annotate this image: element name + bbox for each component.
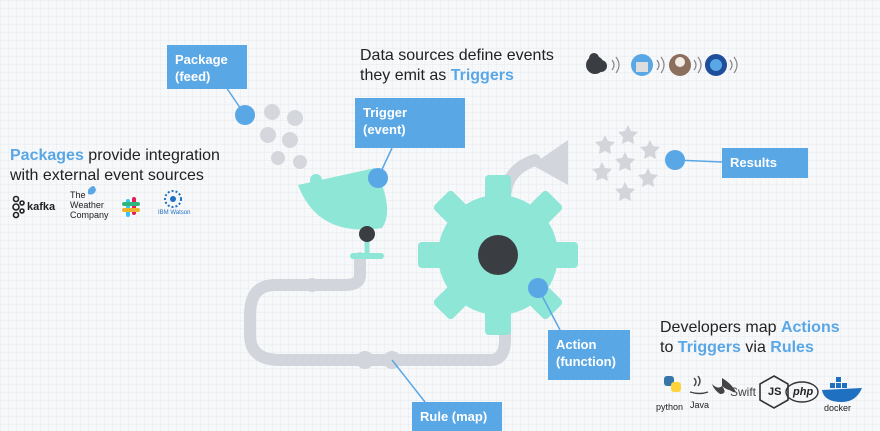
- triggers-highlight: Triggers: [677, 339, 741, 356]
- event-dots: [260, 104, 307, 169]
- trigger-marker: [368, 168, 388, 188]
- package-marker: [235, 105, 255, 125]
- weather-company-logo-text: The Weather Company: [70, 190, 109, 220]
- js-logo-text: JS: [768, 386, 782, 398]
- triggers-highlight: Triggers: [450, 67, 514, 84]
- java-logo-text: Java: [690, 400, 710, 410]
- rule-box: Rule (map): [412, 402, 502, 431]
- text-part: via: [740, 339, 771, 356]
- actions-highlight: Actions: [780, 319, 840, 336]
- kafka-icon: [12, 195, 25, 219]
- package-box-title: Package: [175, 52, 228, 67]
- results-box-label: Results: [730, 155, 777, 170]
- action-marker: [528, 278, 548, 298]
- slack-icon: [122, 197, 140, 217]
- data-sources-line2: they emit as Triggers: [360, 66, 554, 86]
- rules-highlight: Rules: [770, 339, 814, 356]
- rule-connector: [391, 359, 426, 403]
- trigger-box-subtitle: (event): [363, 122, 406, 137]
- docker-logo-text: docker: [824, 403, 852, 413]
- package-box-subtitle: (feed): [175, 69, 211, 84]
- trigger-box-title: Trigger: [363, 105, 408, 120]
- data-sources-caption: Data sources define events they emit as …: [360, 46, 554, 86]
- track-joint: [356, 351, 374, 369]
- action-box: Action (function): [548, 330, 630, 380]
- weather-line: The: [70, 190, 86, 200]
- developers-line1: Developers map Actions: [660, 318, 840, 338]
- rule-box-label: Rule (map): [420, 409, 488, 424]
- developers-line2: to Triggers via Rules: [660, 338, 840, 358]
- php-logo-text: php: [793, 386, 814, 398]
- result-stars: [592, 125, 660, 201]
- gear-icon: [418, 175, 578, 335]
- developers-caption: Developers map Actions to Triggers via R…: [660, 318, 840, 358]
- ibm-watson-logo-text: IBM Watson: [158, 210, 191, 216]
- swift-logo-text: Swift: [730, 385, 757, 399]
- text-part: they emit as: [360, 67, 451, 84]
- package-box: Package (feed): [167, 45, 247, 89]
- java-icon: [689, 375, 709, 395]
- ibm-watson-icon: [164, 190, 182, 208]
- packages-line1: Packages provide integration: [10, 146, 220, 166]
- packages-highlight: Packages: [10, 147, 84, 164]
- packages-line2: with external event sources: [10, 167, 204, 184]
- coffee-icon: [669, 54, 702, 76]
- output-funnel-icon: [532, 140, 568, 185]
- action-box-title: Action: [556, 337, 597, 352]
- text-part: provide integration: [83, 147, 220, 164]
- results-box: Results: [722, 148, 808, 178]
- data-source-icons: [586, 53, 738, 76]
- results-marker: [665, 150, 685, 170]
- trigger-box: Trigger (event): [355, 98, 465, 148]
- social-icon: [586, 53, 620, 74]
- weather-line: Company: [70, 210, 109, 220]
- track-joint: [305, 278, 319, 292]
- text-part: to: [660, 339, 678, 356]
- kafka-logo-text: kafka: [27, 201, 56, 213]
- action-box-subtitle: (function): [556, 354, 616, 369]
- weather-station-icon: [631, 54, 665, 76]
- data-sources-line1: Data sources define events: [360, 47, 554, 64]
- python-logo-text: python: [656, 402, 684, 412]
- weather-line: Weather: [70, 200, 104, 210]
- python-icon: [664, 376, 681, 392]
- sensor-icon: [705, 54, 738, 76]
- docker-icon: [822, 377, 862, 402]
- packages-caption: Packages provide integration with extern…: [10, 146, 220, 186]
- text-part: Developers map: [660, 319, 781, 336]
